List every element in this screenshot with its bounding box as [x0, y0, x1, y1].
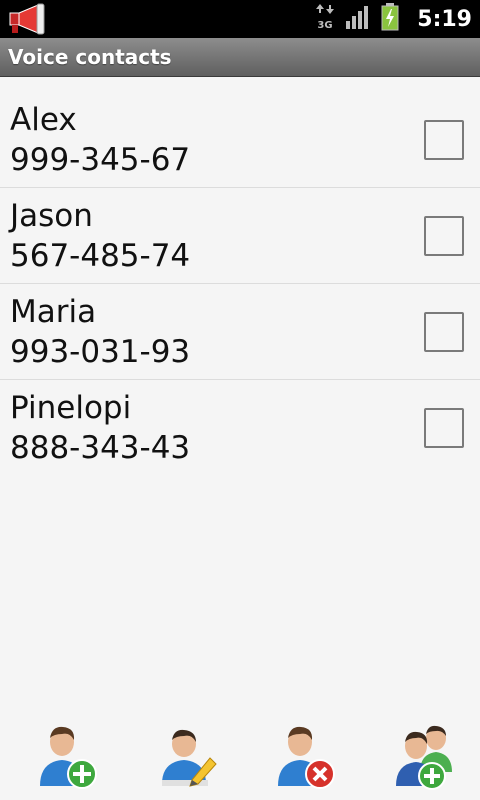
- contact-checkbox[interactable]: [424, 408, 464, 448]
- add-contact-icon: [40, 726, 97, 789]
- add-contact-button[interactable]: [36, 722, 100, 792]
- status-bar: 3G 5:19: [0, 0, 480, 38]
- bottom-toolbar: [0, 716, 480, 800]
- battery-charging-icon: [381, 3, 399, 35]
- edit-contact-button[interactable]: [156, 722, 220, 792]
- add-group-button[interactable]: [394, 722, 458, 792]
- status-time: 5:19: [417, 6, 472, 32]
- signal-strength-icon: [345, 5, 371, 33]
- contact-row[interactable]: Pinelopi 888-343-43: [0, 380, 480, 476]
- delete-contact-button[interactable]: [274, 722, 338, 792]
- contact-phone: 993-031-93: [10, 334, 191, 370]
- add-group-icon: [396, 725, 452, 790]
- svg-text:3G: 3G: [318, 20, 333, 30]
- contact-list: Alex 999-345-67 Jason 567-485-74 Maria 9…: [0, 92, 480, 476]
- contact-phone: 888-343-43: [10, 430, 191, 466]
- contact-name: Jason: [10, 198, 93, 234]
- delete-contact-icon: [278, 726, 335, 789]
- page-title: Voice contacts: [8, 45, 172, 69]
- contact-name: Alex: [10, 102, 77, 138]
- contact-name: Pinelopi: [10, 390, 132, 426]
- contact-phone: 999-345-67: [10, 142, 191, 178]
- contact-name: Maria: [10, 294, 97, 330]
- title-bar: Voice contacts: [0, 38, 480, 77]
- edit-contact-icon: [162, 729, 217, 787]
- contact-phone: 567-485-74: [10, 238, 191, 274]
- contact-checkbox[interactable]: [424, 312, 464, 352]
- contact-row[interactable]: Jason 567-485-74: [0, 188, 480, 284]
- contact-checkbox[interactable]: [424, 216, 464, 256]
- network-3g-icon: 3G: [315, 4, 335, 34]
- contact-checkbox[interactable]: [424, 120, 464, 160]
- contact-row[interactable]: Alex 999-345-67: [0, 92, 480, 188]
- megaphone-notification-icon[interactable]: [6, 2, 48, 36]
- contact-row[interactable]: Maria 993-031-93: [0, 284, 480, 380]
